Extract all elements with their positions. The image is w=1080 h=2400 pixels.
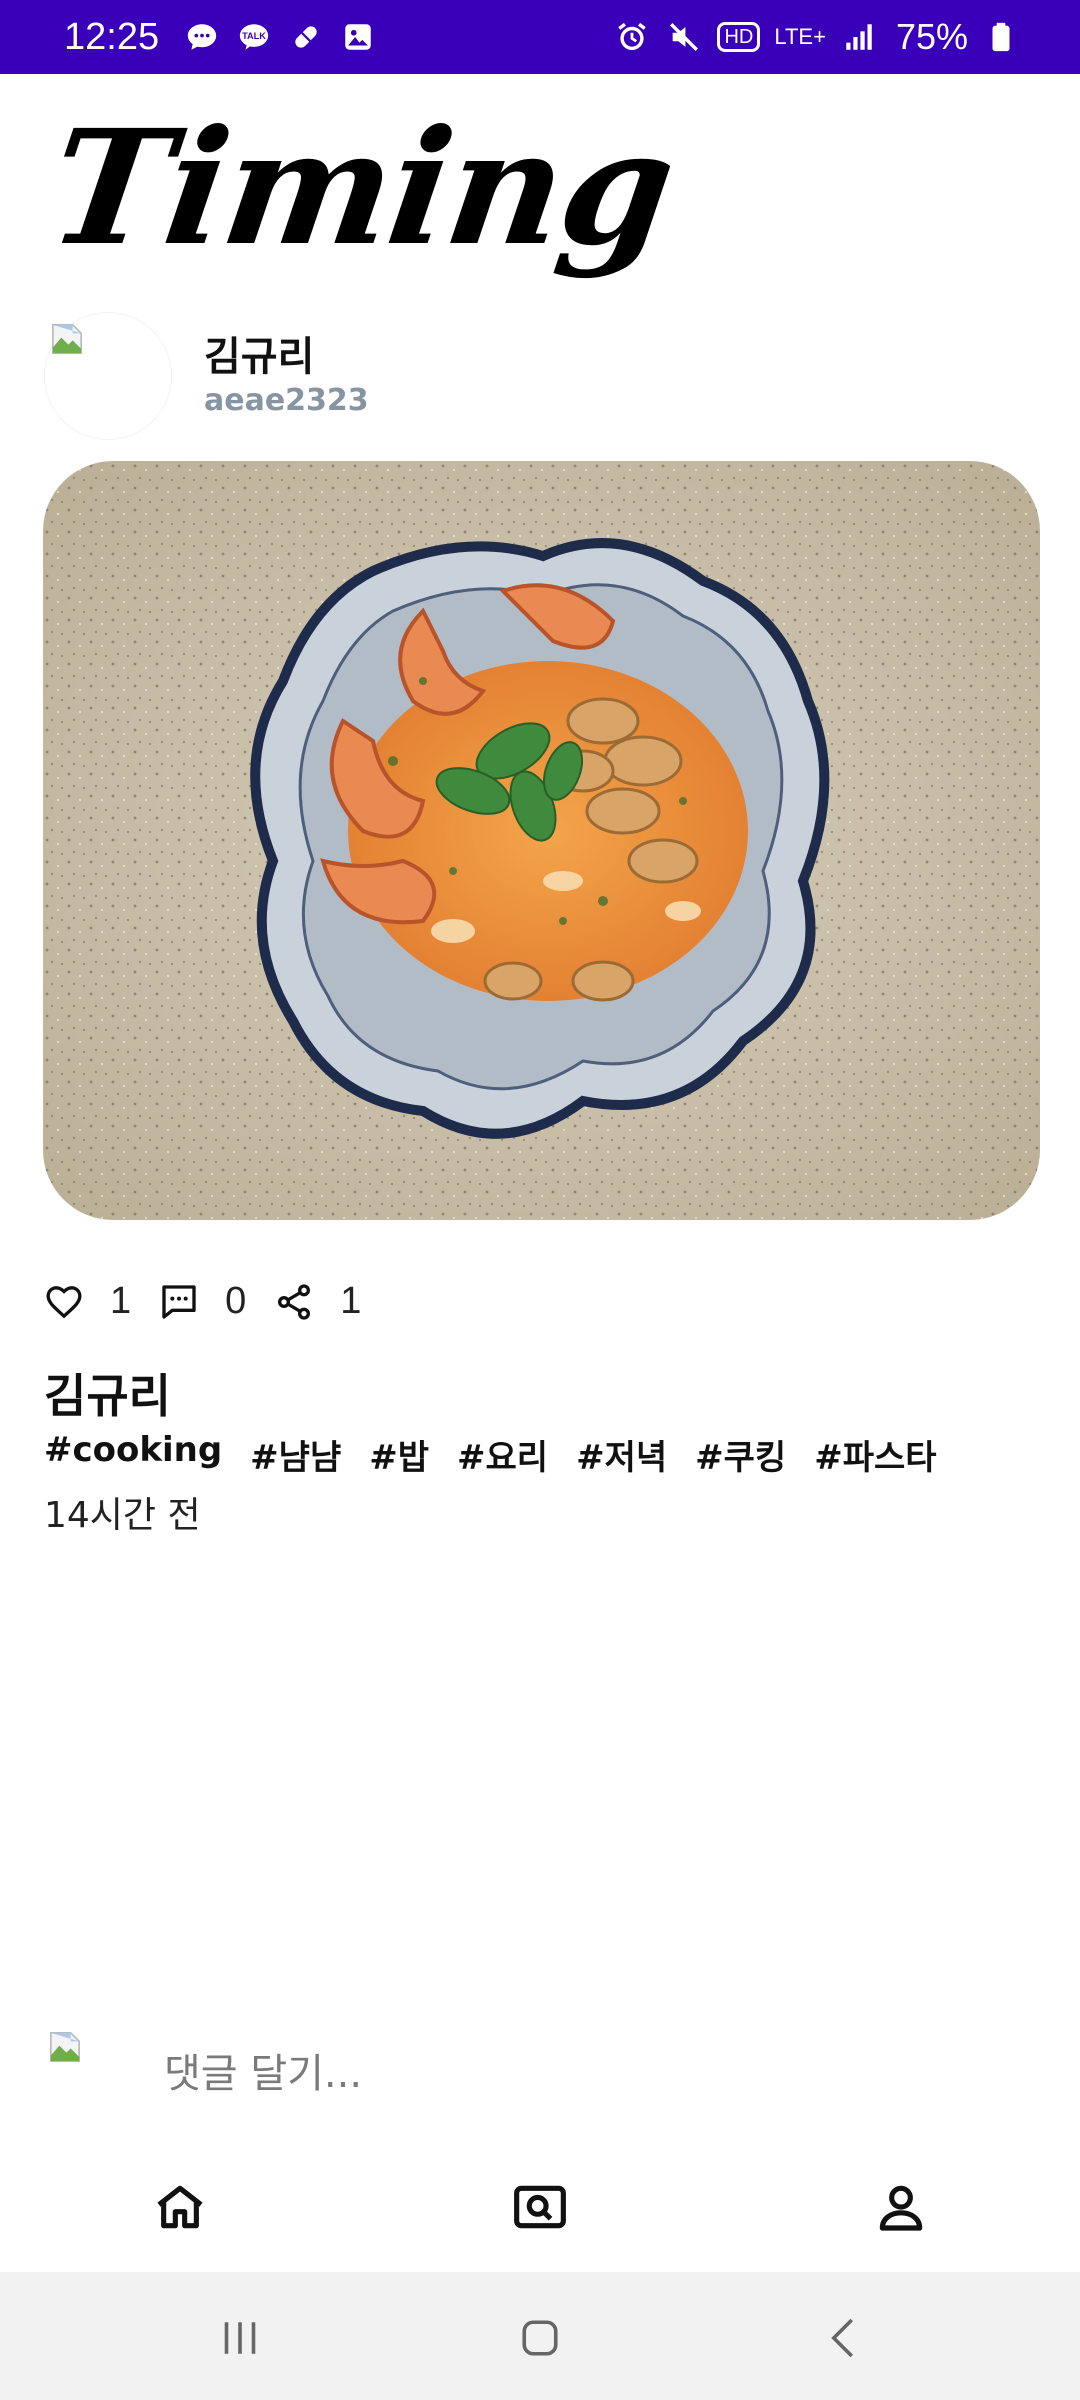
gallery-icon xyxy=(339,18,377,56)
svg-text:TALK: TALK xyxy=(242,31,266,41)
recent-apps-icon xyxy=(224,2322,256,2354)
bottom-nav xyxy=(0,2150,1080,2270)
hashtag[interactable]: #요리 xyxy=(457,1430,548,1479)
chat-bubble-icon xyxy=(183,18,221,56)
comment-input[interactable] xyxy=(162,2049,966,2098)
hashtag[interactable]: #쿠킹 xyxy=(695,1430,786,1479)
status-bar: 12:25 TALK HD LTE+ 75% xyxy=(0,0,1080,74)
kakaotalk-icon: TALK xyxy=(235,18,273,56)
hashtag[interactable]: #cooking xyxy=(44,1430,222,1479)
author-info: 김규리 aeae2323 xyxy=(204,333,369,419)
comment-avatar xyxy=(44,2026,100,2121)
author-handle: aeae2323 xyxy=(204,383,369,418)
pill-icon xyxy=(287,18,325,56)
share-action[interactable]: 1 xyxy=(274,1280,361,1323)
comment-icon xyxy=(162,1284,196,1319)
hashtag[interactable]: #저녁 xyxy=(576,1430,667,1479)
back-icon xyxy=(831,2318,854,2358)
app-logo: Timing xyxy=(39,96,684,281)
status-bar-left: 12:25 TALK xyxy=(64,16,377,59)
signal-icon xyxy=(840,18,878,56)
mute-icon xyxy=(665,18,703,56)
battery-icon xyxy=(982,18,1020,56)
post-actions: 1 0 1 xyxy=(44,1280,389,1323)
status-bar-right: HD LTE+ 75% xyxy=(613,16,1020,58)
search-icon xyxy=(514,2185,566,2229)
comment-count: 0 xyxy=(225,1280,247,1322)
post-author-header[interactable]: 김규리 aeae2323 xyxy=(44,312,369,440)
hd-icon: HD xyxy=(717,22,761,52)
hashtag[interactable]: #냠냠 xyxy=(250,1430,341,1479)
recent-apps-button[interactable] xyxy=(210,2308,270,2368)
nav-home-button[interactable] xyxy=(145,2172,215,2242)
status-time: 12:25 xyxy=(64,15,160,58)
share-icon xyxy=(278,1283,311,1320)
share-count: 1 xyxy=(340,1280,362,1322)
hashtag[interactable]: #밥 xyxy=(369,1430,429,1479)
profile-icon xyxy=(879,2185,923,2231)
nav-profile-button[interactable] xyxy=(866,2172,936,2242)
post-timestamp: 14시간 전 xyxy=(44,1495,201,1536)
system-nav-bar xyxy=(0,2272,1080,2400)
home-button-icon xyxy=(522,2320,558,2356)
lte-icon: LTE+ xyxy=(774,24,826,49)
author-name: 김규리 xyxy=(204,334,315,380)
broken-image-icon xyxy=(51,323,83,355)
alarm-icon xyxy=(613,18,651,56)
hashtag[interactable]: #파스타 xyxy=(814,1430,936,1479)
battery-percent: 75% xyxy=(895,16,968,57)
post-photo[interactable] xyxy=(43,461,1040,1220)
system-home-button[interactable] xyxy=(510,2308,570,2368)
like-action[interactable]: 1 xyxy=(44,1280,131,1323)
comment-action[interactable]: 0 xyxy=(159,1280,246,1323)
avatar[interactable] xyxy=(44,312,172,440)
comment-bar xyxy=(44,2026,966,2121)
hashtag-list: #cooking #냠냠 #밥 #요리 #저녁 #쿠킹 #파스타 xyxy=(44,1430,937,1479)
nav-search-button[interactable] xyxy=(505,2172,575,2242)
heart-icon xyxy=(46,1285,82,1318)
home-icon xyxy=(157,2185,203,2229)
post-author-name: 김규리 xyxy=(44,1369,171,1423)
like-count: 1 xyxy=(110,1280,132,1322)
broken-image-icon xyxy=(49,2031,81,2063)
back-button[interactable] xyxy=(815,2308,875,2368)
